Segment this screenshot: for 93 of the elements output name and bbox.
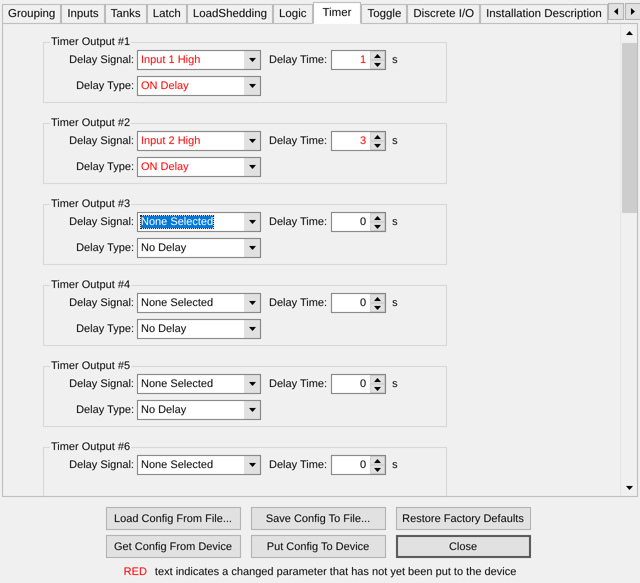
group-title: Timer Output #2 <box>50 117 132 129</box>
scroll-right-button[interactable] <box>624 3 640 20</box>
tab[interactable]: LoadShedding <box>186 4 274 23</box>
spin-up-icon <box>374 134 382 138</box>
field-label: Delay Signal: <box>68 459 135 471</box>
dropdown-arrow-icon <box>248 463 256 467</box>
action-button[interactable]: Get Config From Device <box>106 535 240 558</box>
spin-down-icon <box>374 468 382 472</box>
tab[interactable]: Installation Description <box>480 4 608 23</box>
tab[interactable]: Timer <box>312 2 362 24</box>
signal-dropdown[interactable]: None Selected <box>137 455 261 475</box>
spin-down-icon <box>374 306 382 310</box>
action-button[interactable]: Put Config To Device <box>250 535 386 558</box>
signal-dropdown[interactable]: Input 1 High <box>137 50 261 70</box>
spin-down-icon <box>374 386 382 390</box>
field-label: Delay Type: <box>75 404 135 416</box>
dropdown-arrow-icon <box>248 139 256 143</box>
dropdown-arrow-icon <box>248 165 256 169</box>
signal-dropdown[interactable]: Input 2 High <box>137 131 261 151</box>
time-spinbox[interactable]: 0 <box>331 455 386 475</box>
scroll-up-icon <box>626 30 632 34</box>
group-title: Timer Output #1 <box>50 36 132 48</box>
dropdown-arrow-icon <box>248 382 256 386</box>
dropdown-arrow-icon <box>248 301 256 305</box>
field-label: Delay Time: <box>269 54 328 66</box>
action-button[interactable]: Close <box>396 535 530 558</box>
dropdown-arrow-icon <box>248 327 256 331</box>
type-dropdown[interactable]: No Delay <box>137 400 261 420</box>
dropdown-arrow-icon <box>248 220 256 224</box>
dropdown-arrow-icon <box>248 246 256 250</box>
group-title: Timer Output #3 <box>50 198 132 210</box>
group-title: Timer Output #4 <box>50 279 132 291</box>
field-label: Delay Signal: <box>68 135 135 147</box>
tab[interactable]: Latch <box>146 4 187 23</box>
scroll-down-icon <box>626 486 632 490</box>
type-dropdown[interactable]: ON Delay <box>137 157 261 177</box>
tab[interactable]: Discrete I/O <box>407 4 480 23</box>
unit-label: s <box>392 216 398 228</box>
tab[interactable]: Inputs <box>61 4 105 23</box>
field-label: Delay Time: <box>269 378 328 390</box>
field-label: Delay Signal: <box>68 54 135 66</box>
field-label: Delay Signal: <box>68 216 135 228</box>
spin-down-icon <box>374 62 382 66</box>
field-label: Delay Time: <box>269 459 328 471</box>
field-label: Delay Time: <box>269 216 328 228</box>
unit-label: s <box>392 135 398 147</box>
tab[interactable]: Tanks <box>104 4 147 23</box>
dropdown-arrow-icon <box>248 84 256 88</box>
dropdown-arrow-icon <box>248 408 256 412</box>
tab[interactable]: Logic <box>273 4 313 23</box>
time-spinbox[interactable]: 1 <box>331 50 386 70</box>
field-label: Delay Type: <box>75 161 135 173</box>
left-arrow-icon <box>614 8 618 15</box>
signal-dropdown[interactable]: None Selected <box>137 212 261 232</box>
spin-up-icon <box>374 378 382 382</box>
time-spinbox[interactable]: 0 <box>331 374 386 394</box>
dropdown-arrow-icon <box>248 58 256 62</box>
field-label: Delay Signal: <box>68 297 135 309</box>
field-label: Delay Type: <box>75 323 135 335</box>
type-dropdown[interactable]: ON Delay <box>137 76 261 96</box>
signal-dropdown[interactable]: None Selected <box>137 374 261 394</box>
spin-down-icon <box>374 224 382 228</box>
spin-up-icon <box>374 458 382 462</box>
type-dropdown[interactable]: No Delay <box>137 319 261 339</box>
field-label: Delay Signal: <box>68 378 135 390</box>
tab[interactable]: Toggle <box>361 4 408 23</box>
unit-label: s <box>392 297 398 309</box>
right-arrow-icon <box>630 8 635 15</box>
field-label: Delay Time: <box>269 297 328 309</box>
field-label: Delay Time: <box>269 135 328 147</box>
action-button[interactable]: Restore Factory Defaults <box>396 507 530 530</box>
spin-up-icon <box>374 216 382 220</box>
field-label: Delay Type: <box>75 80 135 92</box>
legend-note: RED text indicates a changed parameter that has not yet been put to the device <box>122 566 518 578</box>
time-spinbox[interactable]: 0 <box>331 293 386 313</box>
type-dropdown[interactable]: No Delay <box>137 238 261 258</box>
action-button[interactable]: Save Config To File... <box>250 507 386 530</box>
tab[interactable]: Grouping <box>2 4 62 23</box>
unit-label: s <box>392 54 398 66</box>
group-title: Timer Output #6 <box>50 441 132 453</box>
spin-up-icon <box>374 54 382 58</box>
unit-label: s <box>392 459 398 471</box>
spin-down-icon <box>374 144 382 148</box>
time-spinbox[interactable]: 0 <box>331 212 386 232</box>
action-button[interactable]: Load Config From File... <box>106 507 240 530</box>
field-label: Delay Type: <box>75 242 135 254</box>
scrollbar[interactable] <box>620 24 637 496</box>
group-title: Timer Output #5 <box>50 360 132 372</box>
signal-dropdown[interactable]: None Selected <box>137 293 261 313</box>
scroll-left-button[interactable] <box>608 3 624 20</box>
unit-label: s <box>392 378 398 390</box>
spin-up-icon <box>374 296 382 300</box>
time-spinbox[interactable]: 3 <box>331 131 386 151</box>
